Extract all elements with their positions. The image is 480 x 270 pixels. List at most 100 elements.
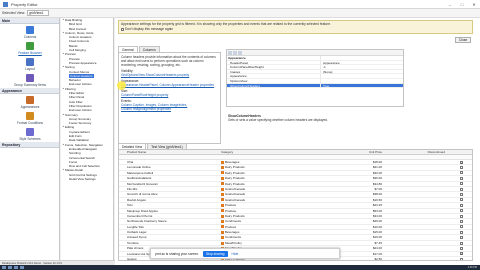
column-header-product-name[interactable]: Product Name: [125, 150, 219, 154]
discontinued-checkbox[interactable]: [459, 225, 463, 229]
stop-sharing-button[interactable]: Stop sharing: [202, 250, 228, 257]
cell-category[interactable]: Dairy Products: [219, 176, 329, 180]
cell-category[interactable]: Grains/Cereals: [219, 192, 329, 196]
cell-discontinued[interactable]: [448, 214, 472, 218]
appearance-link[interactable]: Appearance.HeaderPanel, Column.Appearanc…: [121, 83, 218, 87]
cell-product-name[interactable]: Lemonade Online: [125, 165, 219, 169]
cell-unit-price[interactable]: $34.00: [329, 214, 385, 218]
cell-product-name[interactable]: Manjimup Dried Apples: [125, 209, 219, 213]
discontinued-checkbox[interactable]: [459, 193, 463, 197]
cell-product-name[interactable]: Gudbrandsdalsost: [125, 176, 219, 180]
cell-discontinued[interactable]: [448, 246, 472, 250]
cell-category[interactable]: Produce: [219, 225, 329, 229]
cell-unit-price[interactable]: $10.00: [329, 235, 385, 239]
cell-product-name[interactable]: Tourtière: [125, 241, 219, 245]
discontinued-checkbox[interactable]: [459, 171, 463, 175]
cell-category[interactable]: Produce: [219, 209, 329, 213]
property-value[interactable]: [320, 56, 403, 60]
column-header-unit-price[interactable]: Unit Price: [329, 150, 385, 154]
categorized-icon[interactable]: [228, 50, 232, 55]
cell-discontinued[interactable]: [448, 257, 472, 260]
discontinued-checkbox[interactable]: [459, 257, 463, 260]
cell-unit-price[interactable]: $19.50: [329, 198, 385, 202]
cell-product-name[interactable]: Outback Lager: [125, 230, 219, 234]
cell-category[interactable]: Grains/Cereals: [219, 198, 329, 202]
cell-product-name[interactable]: Longlife Tofu: [125, 225, 219, 229]
browser-icon[interactable]: [20, 266, 24, 269]
discontinued-checkbox[interactable]: [459, 236, 463, 240]
cell-unit-price[interactable]: $36.00: [329, 176, 385, 180]
cell-category[interactable]: Beverages: [219, 160, 329, 164]
discontinued-checkbox[interactable]: [459, 252, 463, 256]
cell-category[interactable]: Dairy Products: [219, 182, 329, 186]
discontinued-checkbox[interactable]: [459, 187, 463, 191]
events-icon[interactable]: [238, 50, 242, 55]
property-value[interactable]: (None): [320, 69, 403, 74]
cell-discontinued[interactable]: [448, 241, 472, 245]
cell-product-name[interactable]: Northwoods Cranberry Sauce: [125, 219, 219, 223]
cell-unit-price[interactable]: $7.00: [329, 187, 385, 191]
nav-item-format-conditions[interactable]: Format Conditions: [0, 110, 60, 126]
events-link[interactable]: Column.Caption, Images, Column.ImageInde…: [121, 103, 218, 111]
property-value[interactable]: True: [320, 83, 403, 88]
column-header-discontinued[interactable]: Discontinued: [385, 150, 448, 154]
cell-unit-price[interactable]: $40.00: [329, 219, 385, 223]
discontinued-checkbox[interactable]: [459, 241, 463, 245]
property-value[interactable]: [320, 78, 403, 83]
cell-discontinued[interactable]: [448, 230, 472, 234]
cell-product-name[interactable]: Aniseed Syrup: [125, 235, 219, 239]
property-row[interactable]: ShowColumnHeaders True: [227, 83, 403, 89]
cell-category[interactable]: Produce: [219, 203, 329, 207]
nav-item-style-schemes[interactable]: Style Schemes: [0, 126, 60, 142]
nav-group-repository[interactable]: Repository: [0, 142, 59, 148]
cell-discontinued[interactable]: [448, 252, 472, 256]
selected-view-combo[interactable]: gridView1: [27, 10, 50, 16]
cell-category[interactable]: Dairy Products: [219, 214, 329, 218]
discontinued-checkbox[interactable]: [459, 160, 463, 164]
cell-category[interactable]: Condiments: [219, 235, 329, 239]
alphabetical-icon[interactable]: [233, 50, 237, 55]
discontinued-checkbox[interactable]: [459, 198, 463, 202]
start-icon[interactable]: [2, 266, 6, 269]
discontinued-checkbox[interactable]: [459, 203, 463, 207]
cell-product-name[interactable]: Mozzarella Di Giovanni: [125, 182, 219, 186]
discontinued-checkbox[interactable]: [459, 209, 463, 213]
hide-notice-button[interactable]: Hide: [232, 252, 239, 256]
cell-category[interactable]: Beverages: [219, 230, 329, 234]
cell-discontinued[interactable]: [448, 225, 472, 229]
cell-discontinued[interactable]: [448, 198, 472, 202]
cell-product-name[interactable]: Tofu: [125, 203, 219, 207]
discontinued-checkbox[interactable]: [459, 166, 463, 170]
nav-item-columns[interactable]: Columns: [0, 24, 60, 40]
cell-unit-price[interactable]: $53.00: [329, 209, 385, 213]
minimize-button[interactable]: –: [444, 0, 456, 9]
cell-category[interactable]: Grains/Cereals: [219, 187, 329, 191]
property-value[interactable]: [320, 74, 403, 78]
cell-unit-price[interactable]: $32.00: [329, 171, 385, 175]
discontinued-checkbox[interactable]: [459, 214, 463, 218]
cell-product-name[interactable]: Mascarpone Fabioli: [125, 171, 219, 175]
cell-discontinued[interactable]: [448, 171, 472, 175]
nav-item-appearances[interactable]: Appearances: [0, 94, 60, 110]
cell-discontinued[interactable]: [448, 235, 472, 240]
cell-unit-price[interactable]: $34.80: [329, 182, 385, 186]
discontinued-checkbox[interactable]: [459, 246, 463, 250]
cell-product-name[interactable]: Ravioli Angelo: [125, 198, 219, 202]
nav-item-group-summary[interactable]: Group Summary Items: [0, 72, 60, 88]
cell-product-name[interactable]: Chai: [125, 160, 219, 164]
cell-discontinued[interactable]: [448, 182, 472, 186]
discontinued-checkbox[interactable]: [459, 182, 463, 186]
cell-unit-price[interactable]: $21.00: [329, 165, 385, 169]
tree-item[interactable]: Detail View Settings: [61, 177, 113, 181]
cell-category[interactable]: Dairy Products: [219, 171, 329, 175]
cell-discontinued[interactable]: [448, 187, 472, 191]
cell-unit-price[interactable]: $7.45: [329, 241, 385, 245]
cell-discontinued[interactable]: [448, 176, 472, 180]
size-link[interactable]: ColumnPanelRowHeight property: [121, 93, 218, 97]
nav-item-layout[interactable]: Layout: [0, 56, 60, 72]
cell-discontinued[interactable]: [448, 192, 472, 197]
dont-display-checkbox[interactable]: [121, 27, 124, 31]
cell-product-name[interactable]: Filo Mix: [125, 187, 219, 191]
cell-unit-price[interactable]: $38.00: [329, 192, 385, 196]
cell-discontinued[interactable]: [448, 219, 472, 223]
